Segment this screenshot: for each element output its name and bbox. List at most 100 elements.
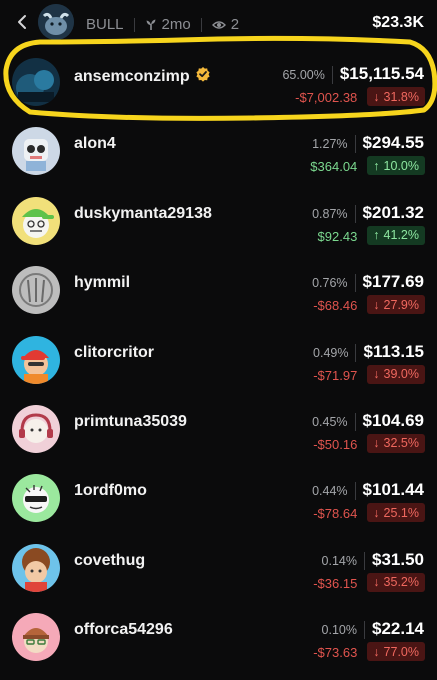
avatar[interactable] <box>12 613 60 662</box>
holding-value: $104.69 <box>362 410 424 430</box>
pnl-amount: -$73.63 <box>313 645 358 661</box>
holder-name-text: duskymanta29138 <box>74 204 212 222</box>
header-bar: BULL 2mo 2 $23.3K <box>0 0 437 44</box>
holder-row[interactable]: ansemconzimp 65.00% $15,115.54 -$7,002.38 ↓ 3… <box>0 48 437 117</box>
value-divider <box>354 204 356 223</box>
value-divider <box>364 621 365 640</box>
arrow-down-icon: ↓ <box>373 367 380 382</box>
change-badge: ↓ 31.8% <box>367 87 425 106</box>
change-percent: 41.2% <box>383 228 419 243</box>
holder-name-text: ansemconzimp <box>74 67 190 85</box>
holder-name[interactable]: clitorcritor <box>74 344 154 362</box>
change-badge: ↑ 41.2% <box>367 225 425 245</box>
pnl-amount: -$71.97 <box>313 367 358 383</box>
change-percent: 31.8% <box>383 89 419 104</box>
pnl-amount: -$78.64 <box>313 506 358 522</box>
watchers-chip: 2 <box>211 16 240 33</box>
value-divider <box>364 551 365 570</box>
holder-name[interactable]: offorca54296 <box>74 621 173 639</box>
holder-row[interactable]: duskymanta29138 0.87% $201.32 $92.43 ↑ 41.2% <box>0 187 437 256</box>
avatar[interactable] <box>12 474 60 523</box>
avatar[interactable] <box>12 196 60 245</box>
holding-percent: 0.14% <box>321 553 357 568</box>
avatar[interactable] <box>12 266 60 315</box>
age-text: 2mo <box>161 16 191 33</box>
pnl-amount: -$68.46 <box>313 298 358 314</box>
holding-percent: 0.44% <box>312 484 348 499</box>
holder-name-text: hymmil <box>74 274 131 292</box>
change-percent: 25.1% <box>383 505 419 520</box>
change-percent: 77.0% <box>383 644 419 659</box>
holding-value: $113.15 <box>363 341 424 361</box>
holder-name[interactable]: covethug <box>74 552 145 570</box>
holder-name-text: primtuna35039 <box>74 412 187 430</box>
change-badge: ↓ 32.5% <box>367 433 425 453</box>
change-badge: ↓ 25.1% <box>367 503 425 523</box>
value-divider <box>354 482 356 501</box>
holding-value: $15,115.54 <box>339 64 424 83</box>
holder-row[interactable]: offorca54296 0.10% $22.14 -$73.63 ↓ 77.0% <box>0 603 437 672</box>
change-percent: 35.2% <box>383 575 419 590</box>
change-badge: ↓ 77.0% <box>367 642 425 662</box>
holding-percent: 0.10% <box>321 623 357 638</box>
pnl-amount: -$50.16 <box>313 436 358 452</box>
holder-name-text: 1ordf0mo <box>74 482 147 500</box>
pnl-amount: $92.43 <box>317 228 358 244</box>
change-percent: 27.9% <box>383 297 419 312</box>
chevron-left-icon <box>18 15 26 29</box>
holder-name-text: alon4 <box>74 135 116 153</box>
change-badge: ↓ 39.0% <box>367 364 425 384</box>
holding-value: $177.69 <box>362 272 424 292</box>
holder-name-text: clitorcritor <box>74 343 155 361</box>
arrow-down-icon: ↓ <box>373 575 380 590</box>
token-avatar[interactable] <box>38 4 74 40</box>
holder-name[interactable]: primtuna35039 <box>74 413 187 431</box>
holding-value: $201.32 <box>362 202 424 222</box>
token-meta: BULL 2mo 2 <box>86 16 239 33</box>
holding-percent: 0.87% <box>312 206 348 221</box>
watchers-count: 2 <box>230 16 240 33</box>
holder-name[interactable]: duskymanta29138 <box>74 205 212 223</box>
total-value: $23.3K <box>372 14 424 31</box>
holding-percent: 1.27% <box>312 137 348 152</box>
holder-row[interactable]: hymmil 0.76% $177.69 -$68.46 ↓ 27.9% <box>0 256 437 325</box>
pnl-amount: -$36.15 <box>313 575 358 591</box>
holding-percent: 65.00% <box>282 68 325 82</box>
value-divider <box>354 135 356 154</box>
holding-percent: 0.45% <box>312 414 348 429</box>
change-badge: ↑ 10.0% <box>367 156 425 176</box>
verified-badge-icon <box>195 66 211 87</box>
holder-name[interactable]: ansemconzimp <box>74 66 211 87</box>
holding-value: $294.55 <box>362 133 424 153</box>
holder-row[interactable]: covethug 0.14% $31.50 -$36.15 ↓ 35.2% <box>0 534 437 603</box>
holder-name[interactable]: hymmil <box>74 274 130 292</box>
holder-name-text: covethug <box>74 551 146 569</box>
pnl-amount: $364.04 <box>310 159 358 175</box>
arrow-down-icon: ↓ <box>373 644 380 659</box>
change-percent: 10.0% <box>383 158 419 173</box>
avatar[interactable] <box>12 543 60 592</box>
avatar[interactable] <box>12 335 60 384</box>
arrow-up-icon: ↑ <box>373 158 380 173</box>
eye-icon <box>211 20 226 29</box>
holder-name-text: offorca54296 <box>74 621 173 639</box>
holder-row[interactable]: 1ordf0mo 0.44% $101.44 -$78.64 ↓ 25.1% <box>0 464 437 533</box>
holding-percent: 0.76% <box>312 276 348 291</box>
avatar[interactable] <box>12 404 60 453</box>
holder-row[interactable]: clitorcritor 0.49% $113.15 -$71.97 ↓ 39.0% <box>0 326 437 395</box>
holder-row[interactable]: primtuna35039 0.45% $104.69 -$50.16 ↓ 32.5% <box>0 395 437 464</box>
avatar[interactable] <box>12 58 60 106</box>
holder-name[interactable]: 1ordf0mo <box>74 482 147 500</box>
avatar[interactable] <box>12 127 60 176</box>
meta-divider <box>200 17 202 32</box>
change-badge: ↓ 35.2% <box>367 572 425 592</box>
holder-name[interactable]: alon4 <box>74 135 116 153</box>
arrow-down-icon: ↓ <box>373 436 380 451</box>
change-badge: ↓ 27.9% <box>367 295 425 315</box>
holder-row[interactable]: alon4 1.27% $294.55 $364.04 ↑ 10.0% <box>0 117 437 186</box>
back-button[interactable] <box>12 12 32 32</box>
holding-percent: 0.49% <box>313 345 349 360</box>
value-divider <box>354 412 356 431</box>
holding-value: $22.14 <box>372 619 424 639</box>
arrow-down-icon: ↓ <box>373 89 380 104</box>
